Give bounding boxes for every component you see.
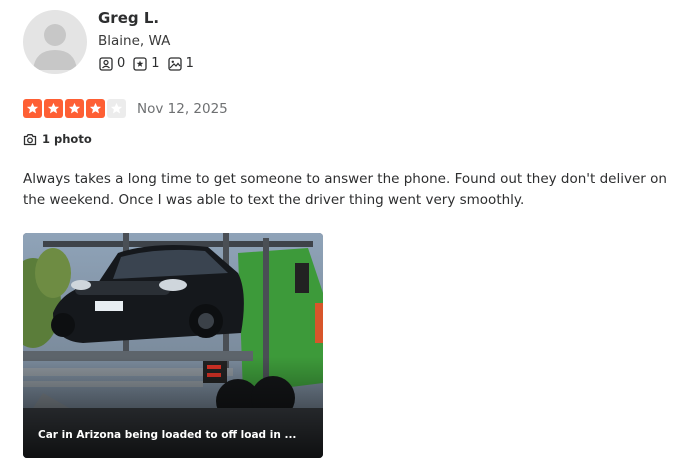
photos-count: 1 [185, 56, 194, 71]
avatar[interactable] [23, 10, 87, 74]
car-transport-photo [23, 233, 323, 458]
star-empty-icon [107, 99, 126, 118]
default-avatar-icon [33, 24, 77, 70]
friends-icon [99, 56, 113, 71]
photo-caption: Car in Arizona being loaded to off load … [38, 429, 297, 441]
photos-icon [167, 56, 182, 71]
photo-count-label: 1 photo [42, 132, 92, 146]
reviewer-stats: 0 1 1 [99, 56, 202, 71]
reviews-count: 1 [151, 56, 160, 71]
review-photo[interactable]: Car in Arizona being loaded to off load … [23, 233, 323, 458]
star-filled-icon [23, 99, 42, 118]
reviewer-name[interactable]: Greg L. [98, 9, 159, 27]
star-filled-icon [44, 99, 63, 118]
reviews-star-icon [133, 56, 147, 71]
review-date: Nov 12, 2025 [137, 100, 228, 117]
star-filled-icon [65, 99, 84, 118]
camera-icon [23, 133, 37, 145]
photos-stat: 1 [167, 56, 194, 71]
reviews-stat: 1 [133, 56, 160, 71]
reviewer-location: Blaine, WA [98, 33, 171, 49]
friends-stat: 0 [99, 56, 125, 71]
review-text: Always takes a long time to get someone … [23, 171, 667, 208]
friends-count: 0 [117, 56, 126, 71]
stars-container [23, 99, 128, 118]
star-rating: Nov 12, 2025 [23, 99, 228, 118]
star-filled-icon [86, 99, 105, 118]
photo-count-link[interactable]: 1 photo [23, 132, 92, 146]
